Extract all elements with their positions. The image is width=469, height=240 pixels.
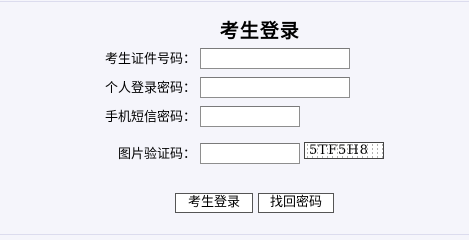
recover-password-button[interactable]: 找回密码 xyxy=(258,193,334,213)
sms-code-label: 手机短信密码： xyxy=(104,110,196,125)
id-number-input[interactable] xyxy=(200,48,350,69)
captcha-image[interactable]: 5TF5H8 xyxy=(304,142,384,159)
login-password-label: 个人登录密码： xyxy=(104,81,196,96)
sms-code-input[interactable] xyxy=(200,106,300,127)
id-number-label: 考生证件号码： xyxy=(104,52,196,67)
page-title: 考生登录 xyxy=(219,20,300,42)
login-button[interactable]: 考生登录 xyxy=(175,193,253,213)
captcha-input[interactable] xyxy=(200,143,300,164)
login-panel: 考生登录 考生证件号码： 个人登录密码： 手机短信密码： 图片验证码： 5TF5… xyxy=(0,1,469,235)
login-password-input[interactable] xyxy=(200,77,350,98)
captcha-label: 图片验证码： xyxy=(117,147,196,162)
